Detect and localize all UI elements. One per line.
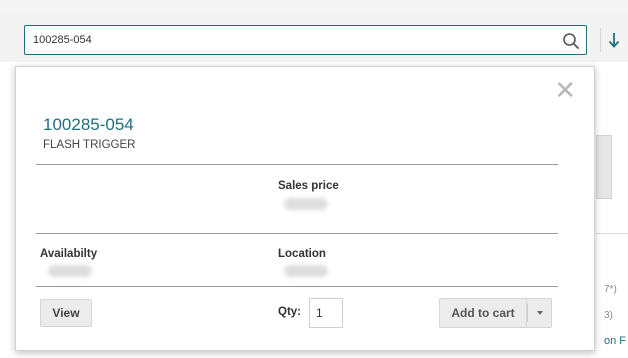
divider-2 <box>36 233 558 234</box>
quantity-input[interactable] <box>309 298 343 328</box>
top-bar <box>0 0 628 12</box>
availability-label: Availabilty <box>40 248 98 260</box>
caret-down-icon <box>537 311 543 315</box>
close-icon[interactable]: ✕ <box>554 77 576 103</box>
search-input[interactable] <box>25 26 561 54</box>
background-box <box>596 135 612 199</box>
background-text-2: 3) <box>604 310 613 321</box>
background-link[interactable]: on F <box>604 335 626 347</box>
product-code[interactable]: 100285-054 <box>43 115 134 135</box>
qty-label: Qty: <box>278 306 301 318</box>
sales-price-value <box>284 198 328 210</box>
view-button[interactable]: View <box>40 299 92 327</box>
sales-price-label: Sales price <box>278 180 339 192</box>
location-label: Location <box>278 248 326 260</box>
search-icon[interactable] <box>562 32 580 50</box>
background-divider <box>596 233 628 234</box>
availability-value <box>48 265 92 277</box>
sort-down-icon[interactable] <box>607 29 621 51</box>
search-bar <box>24 25 587 55</box>
location-value <box>284 265 328 277</box>
add-to-cart-button[interactable]: Add to cart <box>439 298 526 328</box>
divider-3 <box>36 286 558 287</box>
toolbar-divider <box>600 28 601 52</box>
product-name: FLASH TRIGGER <box>43 139 136 151</box>
divider-1 <box>36 164 558 165</box>
add-to-cart-dropdown-button[interactable] <box>526 298 552 328</box>
product-popup: ✕ 100285-054 FLASH TRIGGER Sales price A… <box>15 66 595 351</box>
background-text-1: 7*) <box>604 284 617 295</box>
